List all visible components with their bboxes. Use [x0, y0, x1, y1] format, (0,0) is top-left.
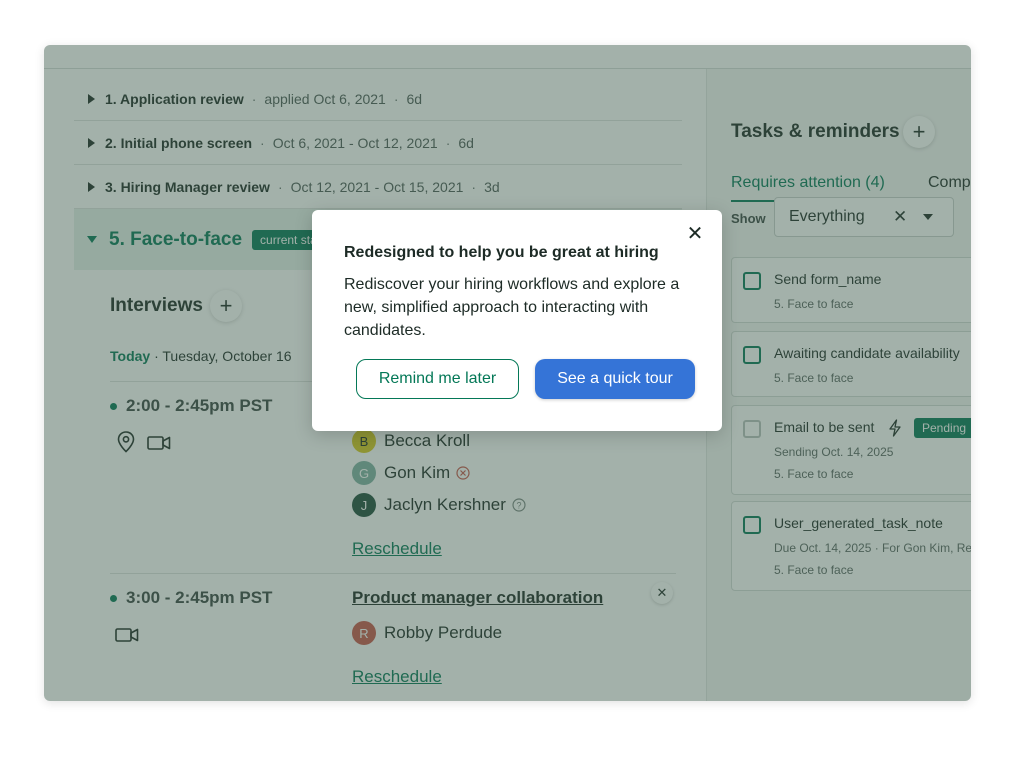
modal-title: Redesigned to help you be great at hirin…: [344, 244, 659, 261]
onboarding-modal: ✕ Redesigned to help you be great at hir…: [312, 210, 722, 431]
remind-me-later-button[interactable]: Remind me later: [356, 359, 519, 399]
modal-body: Rediscover your hiring workflows and exp…: [344, 276, 680, 339]
quick-tour-button[interactable]: See a quick tour: [535, 359, 695, 399]
close-icon[interactable]: ✕: [685, 224, 705, 244]
